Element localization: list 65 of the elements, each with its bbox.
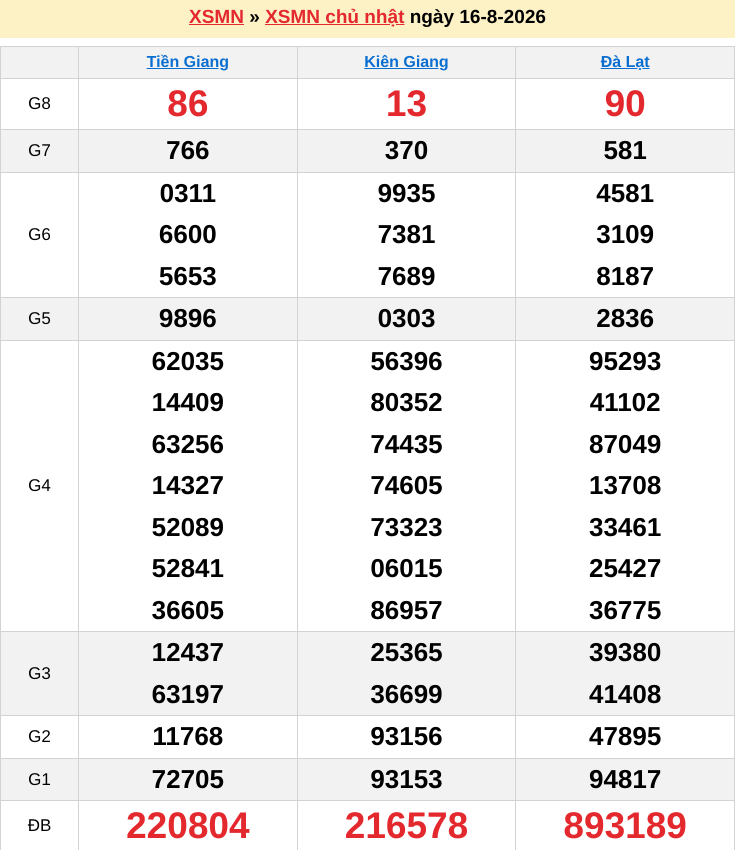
result-number: 3109	[595, 218, 656, 251]
province-link[interactable]: Đà Lạt	[600, 54, 650, 70]
result-number: 36699	[369, 678, 444, 710]
result-number: 90	[604, 82, 647, 126]
result-number: 9935	[376, 176, 436, 210]
result-number: 11768	[151, 720, 224, 753]
result-number: 25365	[369, 636, 444, 669]
result-number: 8187	[595, 260, 656, 292]
result-number: 62035	[150, 344, 225, 378]
result-number: 33461	[588, 510, 662, 544]
result-number: 47895	[588, 720, 662, 753]
result-number: 72705	[150, 762, 225, 796]
result-number: 41408	[588, 678, 662, 710]
result-number: 220804	[125, 804, 251, 848]
result-number: 41102	[588, 386, 662, 419]
page-title: XSMN » XSMN chủ nhật ngày 16-8-2026	[0, 0, 735, 38]
result-number: 13708	[588, 469, 662, 502]
result-number: 74605	[369, 469, 444, 502]
result-number: 93153	[369, 762, 444, 796]
result-number: 39380	[588, 636, 662, 669]
result-number: 36775	[588, 594, 662, 626]
result-number: 766	[165, 134, 211, 167]
result-number: 13	[384, 82, 428, 126]
result-number: 0311	[158, 176, 218, 210]
prize-label: G5	[0, 298, 78, 340]
prize-label: G1	[0, 758, 78, 800]
result-number: 52089	[150, 510, 225, 544]
result-number: 86	[166, 82, 210, 126]
result-number: 52841	[150, 552, 225, 585]
result-number: 14327	[150, 469, 225, 502]
result-number: 4581	[595, 176, 656, 210]
result-number: 5653	[158, 260, 218, 292]
result-number: 94817	[588, 762, 662, 796]
result-number: 56396	[369, 344, 444, 378]
result-number: 7689	[376, 260, 436, 292]
result-number: 12437	[150, 636, 225, 669]
home-link[interactable]: XSMN	[189, 7, 244, 28]
result-number: 63197	[150, 678, 225, 710]
result-number: 74435	[369, 428, 444, 460]
result-number: 86957	[369, 594, 444, 626]
result-number: 6600	[158, 218, 218, 251]
result-number: 370	[384, 134, 430, 167]
result-number: 893189	[562, 804, 688, 848]
prize-label: ĐB	[0, 800, 78, 850]
result-number: 14409	[150, 386, 225, 419]
result-number: 36605	[150, 594, 225, 626]
prize-label: G2	[0, 716, 78, 758]
day-link[interactable]: XSMN chủ nhật	[265, 7, 404, 28]
result-number: 25427	[588, 552, 662, 585]
prize-label: G7	[0, 130, 78, 172]
result-number: 95293	[588, 344, 662, 378]
result-number: 216578	[344, 804, 470, 848]
prize-label: G4	[0, 340, 78, 632]
result-number: 0303	[376, 302, 436, 335]
result-number: 581	[602, 134, 648, 167]
result-number: 63256	[150, 428, 225, 460]
prize-label: G3	[0, 632, 78, 716]
result-number: 80352	[369, 386, 444, 419]
result-number: 87049	[588, 428, 662, 460]
result-number: 7381	[376, 218, 436, 251]
result-number: 93156	[369, 720, 444, 753]
result-number: 2836	[595, 302, 656, 335]
result-number: 73323	[369, 510, 444, 544]
result-number: 9896	[158, 302, 218, 335]
result-number: 06015	[369, 552, 444, 585]
